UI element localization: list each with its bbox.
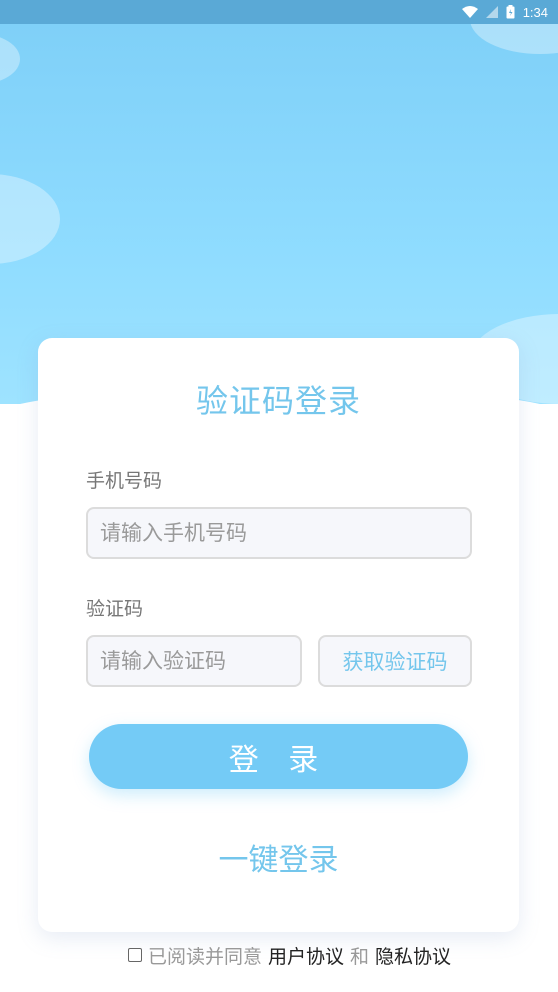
wifi-icon (461, 6, 478, 18)
user-agreement-link[interactable]: 用户协议 (268, 942, 344, 969)
battery-icon (506, 5, 515, 19)
phone-input[interactable] (86, 507, 472, 559)
status-bar: 1:34 (0, 0, 558, 24)
cloud-decoration (470, 24, 558, 54)
login-button[interactable]: 登 录 (89, 724, 468, 789)
code-label: 验证码 (86, 598, 144, 620)
get-code-button[interactable]: 获取验证码 (318, 635, 472, 687)
privacy-agreement-link[interactable]: 隐私协议 (375, 942, 451, 969)
cloud-decoration (0, 34, 20, 84)
status-time: 1:34 (522, 4, 548, 20)
login-card: 验证码登录 手机号码 验证码 获取验证码 登 录 一键登录 (38, 338, 519, 932)
one-key-login-link[interactable]: 一键登录 (38, 835, 519, 879)
agreement-checkbox[interactable] (128, 948, 142, 962)
code-input[interactable] (86, 635, 302, 687)
agreement-and: 和 (350, 945, 370, 968)
signal-icon (485, 6, 498, 18)
page-title: 验证码登录 (195, 382, 361, 420)
agreement-prefix: 已阅读并同意 (148, 945, 263, 968)
cloud-decoration (0, 174, 60, 264)
phone-label: 手机号码 (86, 470, 163, 492)
agreement-row: 已阅读并同意 用户协议和隐私协议 (128, 942, 451, 968)
